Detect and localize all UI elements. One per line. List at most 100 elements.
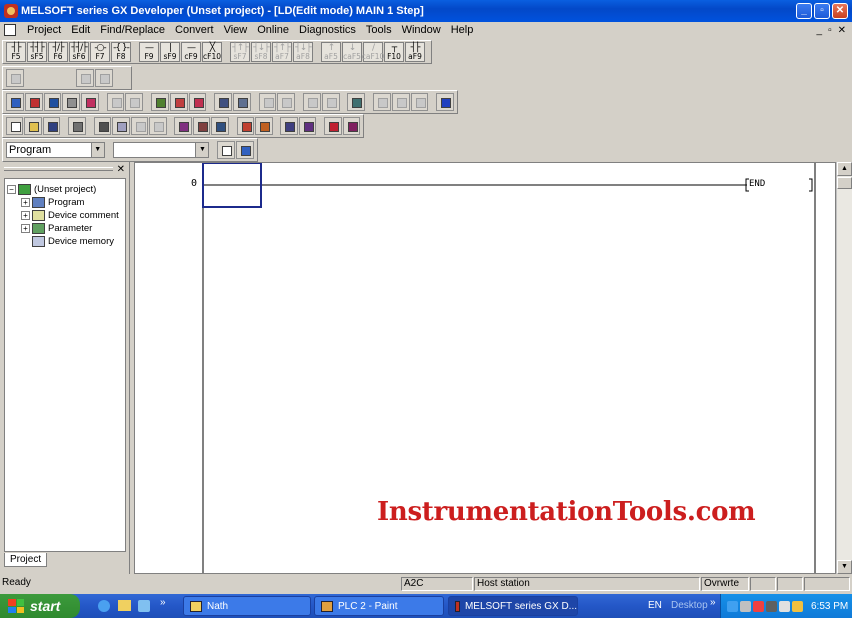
taskbar-item-melsoft[interactable]: MELSOFT series GX D... — [448, 596, 578, 616]
desktop-toolbar[interactable]: Desktop — [671, 600, 708, 611]
tree-item-device-memory[interactable]: Device memory — [7, 235, 123, 248]
tree-item-device-comment[interactable]: + Device comment — [7, 209, 123, 222]
device-test-icon[interactable] — [324, 117, 342, 135]
monitor-write-icon[interactable] — [81, 93, 99, 111]
step-forward-icon[interactable] — [373, 93, 391, 111]
ie-icon[interactable] — [98, 600, 110, 612]
device-batch-icon[interactable] — [298, 117, 317, 135]
scroll-down-icon[interactable]: ▼ — [837, 560, 852, 574]
tree-item-program[interactable]: + Program — [7, 196, 123, 209]
convert-icon[interactable] — [151, 93, 169, 111]
tab-project[interactable]: Project — [4, 553, 48, 567]
application-instruction-button[interactable]: -{ }- F8 — [111, 42, 131, 62]
melsoft-app-icon[interactable] — [4, 4, 18, 18]
closed-contact-button[interactable]: ┤/├ F6 — [48, 42, 68, 62]
toolbar-more[interactable]: » — [710, 597, 716, 608]
network-icon[interactable] — [740, 600, 751, 612]
document-icon[interactable] — [4, 24, 16, 36]
sfc-step-icon[interactable] — [76, 69, 94, 87]
step-jump-icon[interactable] — [410, 93, 429, 111]
mdi-restore-button[interactable]: ▫ — [828, 25, 832, 36]
program-combo[interactable]: Program ▼ — [6, 142, 105, 158]
block-combo[interactable]: ▼ — [112, 142, 210, 158]
menu-tools[interactable]: Tools — [361, 24, 397, 36]
panel-close-icon[interactable]: ✕ — [117, 164, 125, 175]
scroll-up-icon[interactable]: ▲ — [837, 162, 852, 176]
program-list-icon[interactable] — [217, 141, 236, 159]
collapse-icon[interactable]: − — [7, 185, 16, 194]
zoom-icon[interactable] — [258, 93, 277, 111]
print-icon[interactable] — [68, 117, 86, 135]
parallel-falling-pulse-button[interactable]: ┤↓├ aF8 — [293, 42, 313, 62]
draw-line-button[interactable]: ┬ F10 — [384, 42, 404, 62]
volume-icon[interactable] — [779, 600, 790, 612]
split-window-icon[interactable] — [303, 93, 321, 111]
entry-data-monitor-icon[interactable] — [280, 117, 298, 135]
vertical-scrollbar[interactable]: ▲ ▼ — [836, 162, 852, 574]
expand-icon[interactable]: + — [21, 224, 30, 233]
device-list-icon[interactable] — [214, 93, 232, 111]
tree-item-parameter[interactable]: + Parameter — [7, 222, 123, 235]
expand-icon[interactable]: + — [21, 211, 30, 220]
save-icon[interactable] — [42, 117, 61, 135]
delete-vertical-line-button[interactable]: ╳ cF10 — [202, 42, 222, 62]
menu-help[interactable]: Help — [446, 24, 479, 36]
desktop-icon[interactable] — [138, 600, 150, 612]
menu-window[interactable]: Window — [397, 24, 446, 36]
horizontal-line-button[interactable]: — F9 — [139, 42, 159, 62]
maximize-button[interactable]: ▫ — [814, 3, 830, 19]
cut-icon[interactable] — [93, 117, 112, 135]
monitor-mode-icon[interactable] — [62, 93, 80, 111]
zoom-out-icon[interactable] — [277, 93, 296, 111]
expand-icon[interactable]: + — [21, 198, 30, 207]
plc-write-icon[interactable] — [174, 117, 192, 135]
mdi-close-button[interactable]: ✕ — [838, 25, 846, 36]
find-device-icon[interactable] — [347, 93, 366, 111]
new-file-icon[interactable] — [6, 117, 24, 135]
back-icon[interactable] — [727, 600, 738, 612]
plc-verify-icon[interactable] — [192, 117, 211, 135]
tree-item-root[interactable]: − (Unset project) — [7, 183, 123, 196]
clock[interactable]: 6:53 PM — [811, 601, 848, 612]
coil-button[interactable]: -○- F7 — [90, 42, 110, 62]
parallel-open-contact-button[interactable]: ┤┤├ sF5 — [27, 42, 47, 62]
plc-read-icon[interactable] — [6, 93, 24, 111]
ladder-mode-icon[interactable] — [24, 93, 43, 111]
delete-line-button[interactable]: ┤├ aF9 — [405, 42, 425, 62]
falling-pulse-button[interactable]: ┤↓├ sF8 — [251, 42, 271, 62]
monitor-stop-icon[interactable] — [255, 117, 273, 135]
parallel-rising-pulse-button[interactable]: ┤↑├ aF7 — [272, 42, 292, 62]
menu-find-replace[interactable]: Find/Replace — [95, 24, 170, 36]
invert-result-button[interactable]: / caF10 — [362, 42, 384, 62]
open-contact-button[interactable]: ┤├ F5 — [6, 42, 26, 62]
delete-horizontal-line-button[interactable]: — cF9 — [181, 42, 201, 62]
open-folder-icon[interactable] — [24, 117, 42, 135]
panel-grip[interactable] — [4, 167, 113, 171]
sfc-transition-icon[interactable] — [95, 69, 113, 87]
tree-view-icon[interactable] — [236, 141, 254, 159]
menu-convert[interactable]: Convert — [170, 24, 219, 36]
language-indicator[interactable]: EN — [648, 600, 662, 611]
remote-operation-icon[interactable] — [211, 117, 229, 135]
statement-icon[interactable] — [125, 93, 144, 111]
close-button[interactable]: ✕ — [832, 3, 848, 19]
scroll-thumb[interactable] — [837, 177, 852, 189]
update-icon[interactable] — [792, 600, 803, 612]
copy-icon[interactable] — [112, 117, 130, 135]
rising-pulse-button[interactable]: ┤↑├ sF7 — [230, 42, 250, 62]
comment-icon[interactable] — [106, 93, 125, 111]
parallel-closed-contact-button[interactable]: ┤┤/├ sF6 — [69, 42, 89, 62]
step-back-icon[interactable] — [391, 93, 410, 111]
display-icon[interactable] — [436, 93, 454, 111]
diagnostics-icon[interactable] — [342, 117, 361, 135]
vertical-line-button[interactable]: | sF9 — [160, 42, 180, 62]
start-button[interactable]: start — [0, 594, 80, 618]
menu-view[interactable]: View — [219, 24, 253, 36]
mdi-minimize-button[interactable]: _ — [817, 25, 823, 36]
folder-icon[interactable] — [118, 600, 131, 611]
menu-project[interactable]: Project — [22, 24, 66, 36]
taskbar-item-nath[interactable]: Nath — [183, 596, 311, 616]
menu-edit[interactable]: Edit — [66, 24, 95, 36]
security-icon[interactable] — [753, 600, 764, 612]
batch-convert-icon[interactable] — [188, 93, 207, 111]
